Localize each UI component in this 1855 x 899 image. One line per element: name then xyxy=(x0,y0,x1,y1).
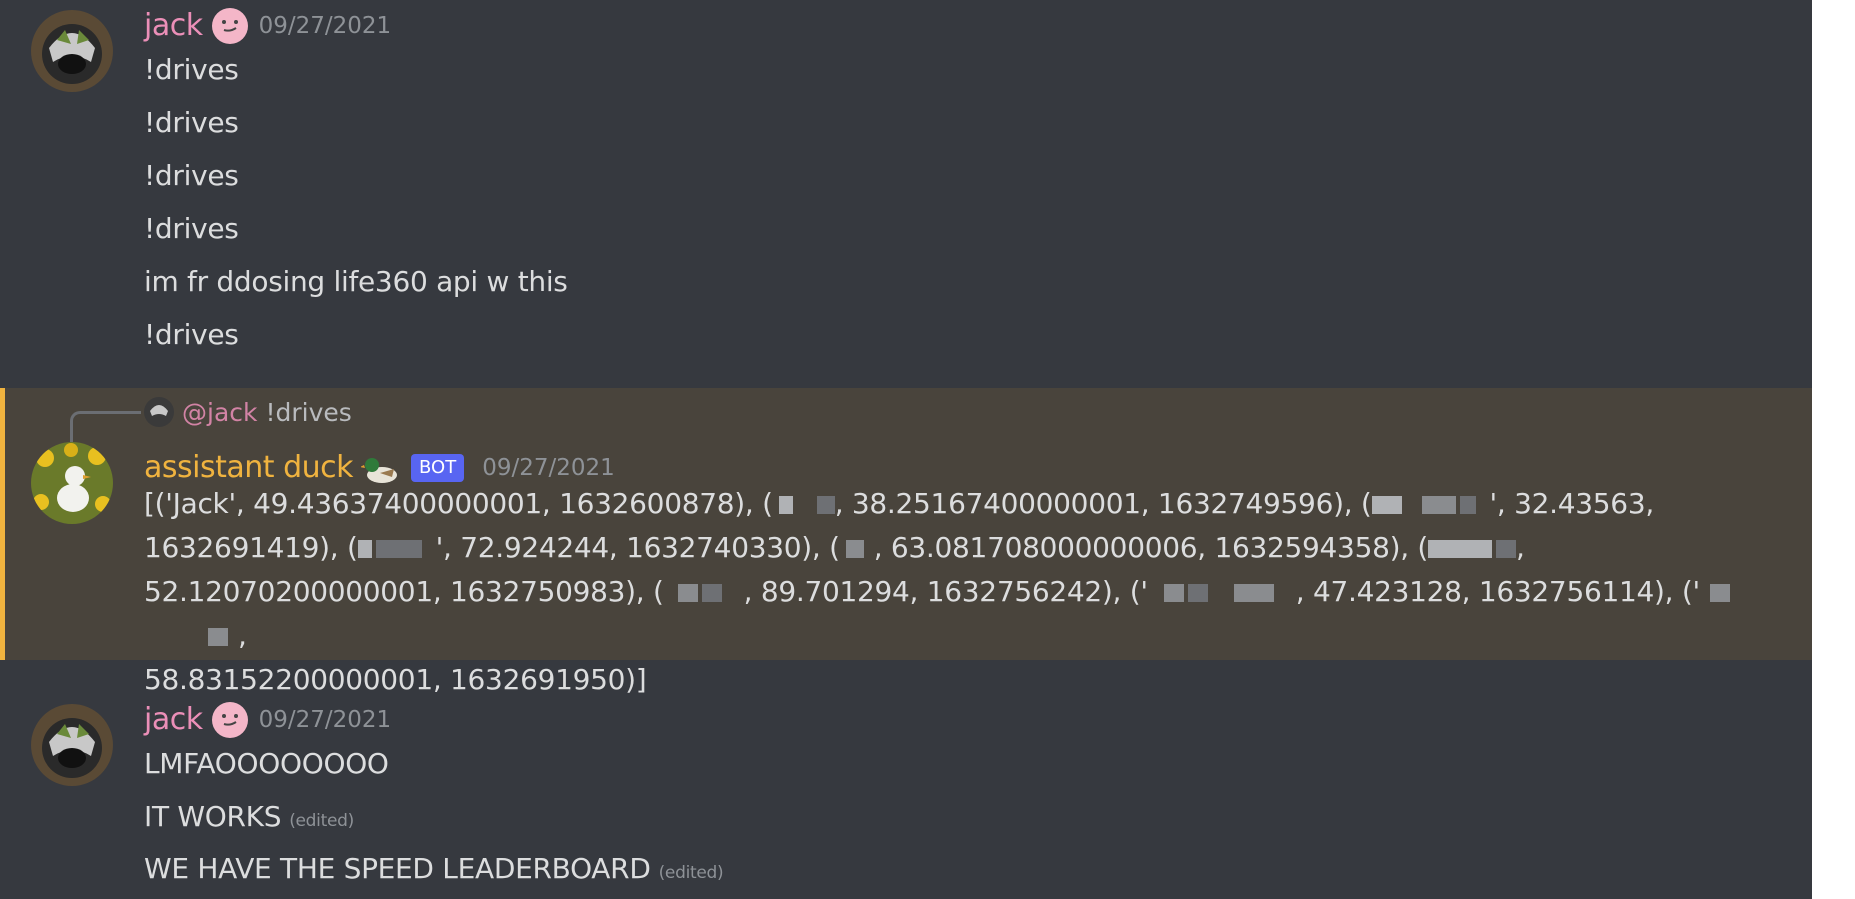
bot-text-segment: , xyxy=(1516,531,1525,564)
reply-avatar-icon xyxy=(144,397,174,427)
redaction xyxy=(375,540,422,558)
message-line: LMFAOOOOOOOO xyxy=(144,747,389,780)
redaction xyxy=(1187,584,1208,602)
redaction xyxy=(1421,496,1456,514)
message-header: jack 09/27/2021 xyxy=(144,6,391,46)
redaction xyxy=(1709,584,1730,602)
bot-text-segment: ', 32.43563, xyxy=(1489,487,1655,520)
bot-text-segment: , 38.25167400000001, 1632749596), ( xyxy=(834,487,1372,520)
timestamp: 09/27/2021 xyxy=(258,13,392,39)
bot-message-text: [('Jack', 49.43637400000001, 1632600878)… xyxy=(144,482,1784,702)
redaction xyxy=(845,540,864,558)
reply-reference[interactable]: @jack !drives xyxy=(144,394,352,430)
redaction xyxy=(816,496,835,514)
avatar[interactable] xyxy=(31,10,113,92)
highlight-bar xyxy=(0,388,5,660)
reply-mention[interactable]: @jack xyxy=(182,398,258,427)
redaction xyxy=(1459,496,1476,514)
bot-text-segment: 52.12070200000001, 1632750983), ( xyxy=(144,575,664,608)
redaction xyxy=(1496,540,1517,558)
message-line: !drives xyxy=(144,106,239,139)
message-line: !drives xyxy=(144,318,239,351)
pink-face-icon xyxy=(211,702,248,738)
bot-text-segment: , 63.081708000000006, 1632594358), ( xyxy=(873,531,1429,564)
reply-spine xyxy=(70,411,141,442)
message-text: WE HAVE THE SPEED LEADERBOARD xyxy=(144,852,651,885)
bot-text-segment: 1632691419), ( xyxy=(144,531,358,564)
message-line: IT WORKS (edited) xyxy=(144,797,354,841)
redaction xyxy=(778,496,793,514)
redaction xyxy=(1428,540,1493,558)
chat-pane: jack 09/27/2021 !drives !drives !drives … xyxy=(0,0,1812,899)
avatar[interactable] xyxy=(31,704,113,786)
username[interactable]: jack xyxy=(144,6,203,46)
bot-text-segment: 58.83152200000001, 1632691950)] xyxy=(144,663,647,696)
message-text: IT WORKS xyxy=(144,800,282,833)
redaction xyxy=(1233,584,1274,602)
bot-text-segment: ', 72.924244, 1632740330), ( xyxy=(435,531,840,564)
redaction xyxy=(1163,584,1184,602)
message-line: !drives xyxy=(144,212,239,245)
reply-text[interactable]: !drives xyxy=(266,398,352,427)
message-line: im fr ddosing life360 api w this xyxy=(144,265,568,298)
edited-label: (edited) xyxy=(658,863,724,883)
bot-text-segment: , 89.701294, 1632756242), (' xyxy=(743,575,1148,608)
redaction xyxy=(357,540,372,558)
redaction xyxy=(1371,496,1402,514)
timestamp: 09/27/2021 xyxy=(258,707,392,733)
window-edge xyxy=(1812,0,1855,899)
bot-text-segment: [('Jack', 49.43637400000001, 1632600878)… xyxy=(144,487,773,520)
redaction xyxy=(701,584,722,602)
message-line: !drives xyxy=(144,159,239,192)
edited-label: (edited) xyxy=(289,811,354,831)
redaction xyxy=(677,584,698,602)
avatar[interactable] xyxy=(31,442,113,524)
message-header: jack 09/27/2021 xyxy=(144,700,391,740)
pink-face-icon xyxy=(211,8,248,44)
redaction xyxy=(208,628,228,646)
bot-text-segment: , xyxy=(238,619,247,652)
bot-badge: BOT xyxy=(411,454,465,482)
username[interactable]: jack xyxy=(144,700,203,740)
bot-text-segment: , 47.423128, 1632756114), (' xyxy=(1295,575,1700,608)
message-line: WE HAVE THE SPEED LEADERBOARD (edited) xyxy=(144,849,724,893)
message-line: !drives xyxy=(144,53,239,86)
